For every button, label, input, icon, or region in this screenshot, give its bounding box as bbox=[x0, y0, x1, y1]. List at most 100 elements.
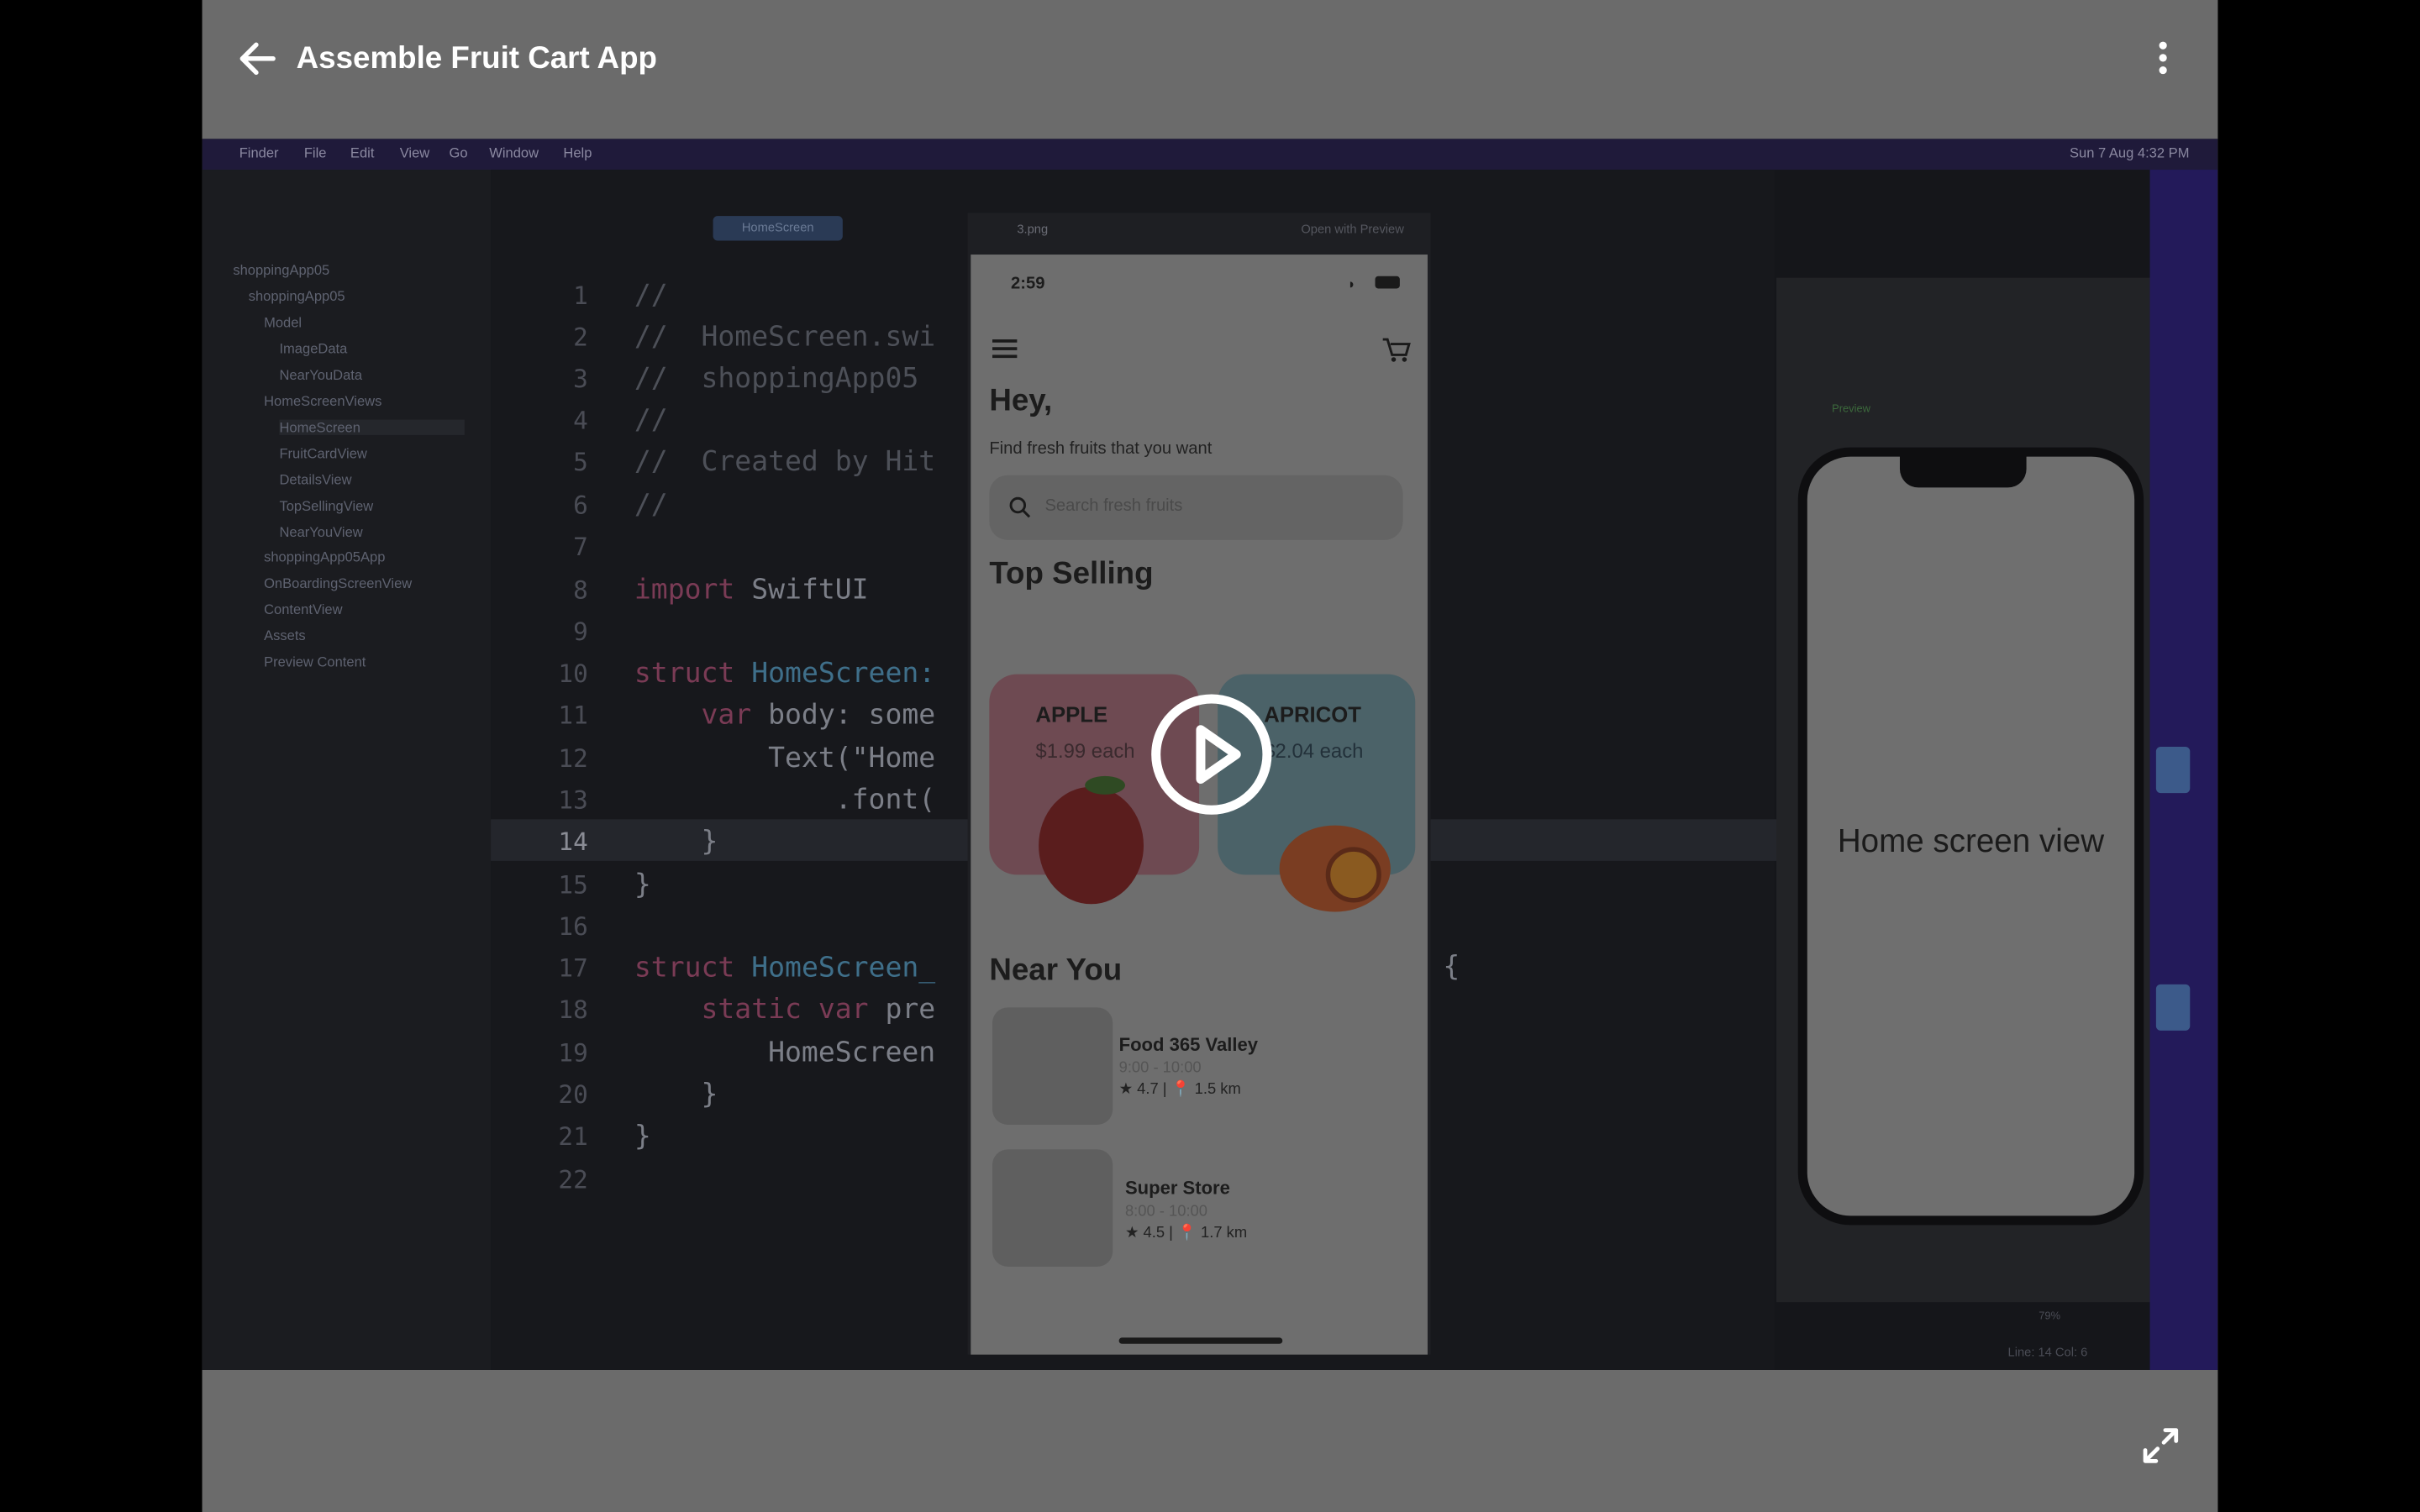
nav-item: DetailsView bbox=[279, 472, 352, 488]
line-number: 12 bbox=[558, 743, 588, 774]
code-line: // Created by Hit bbox=[634, 445, 936, 479]
code-line: // shoppingApp05 bbox=[634, 362, 919, 396]
code-line: // bbox=[634, 404, 668, 437]
play-icon[interactable] bbox=[1147, 690, 1276, 819]
wifi-icon: ◗ bbox=[1347, 276, 1356, 292]
store-meta: ★ 4.7 | 📍 1.5 km bbox=[1118, 1081, 1241, 1099]
line-number: 10 bbox=[558, 659, 588, 689]
nav-item: NearYouData bbox=[279, 367, 363, 383]
more-options-icon[interactable] bbox=[2150, 37, 2175, 80]
back-arrow-icon[interactable] bbox=[236, 37, 279, 80]
line-number: 6 bbox=[573, 491, 588, 520]
greeting-heading: Hey, bbox=[989, 384, 1053, 418]
code-line: } bbox=[634, 1078, 718, 1111]
xcode-navigator: shoppingApp05 shoppingApp05 Model ImageD… bbox=[202, 170, 492, 1370]
code-line: .font( bbox=[634, 784, 936, 816]
nav-item: NearYouView bbox=[279, 524, 363, 540]
code-keyword: static var bbox=[634, 993, 869, 1026]
greeting-subtitle: Find fresh fruits that you want bbox=[989, 439, 1213, 459]
store-hours: 9:00 - 10:00 bbox=[1118, 1059, 1202, 1078]
line-number: 19 bbox=[558, 1038, 588, 1068]
line-number: 11 bbox=[558, 700, 588, 730]
line-number: 15 bbox=[558, 869, 588, 900]
code-text: SwiftUI bbox=[734, 574, 869, 606]
search-icon bbox=[1009, 496, 1031, 518]
code-brace: { bbox=[1443, 950, 1460, 983]
line-number: 5 bbox=[573, 447, 588, 477]
nav-item: OnBoardingScreenView bbox=[264, 575, 413, 591]
nav-item: TopSellingView bbox=[279, 498, 374, 514]
cart-icon[interactable] bbox=[1381, 336, 1413, 364]
preview-label: Preview bbox=[1832, 404, 1870, 416]
preview-device-text: Home screen view bbox=[1837, 823, 2105, 860]
code-line: struct HomeScreen_ bbox=[634, 952, 935, 984]
code-line: // bbox=[634, 489, 668, 522]
store-meta: ★ 4.5 | 📍 1.7 km bbox=[1124, 1225, 1248, 1242]
search-input[interactable]: Search fresh fruits bbox=[989, 475, 1403, 540]
top-selling-heading: Top Selling bbox=[989, 557, 1154, 591]
store-name: Food 365 Valley bbox=[1118, 1033, 1258, 1056]
code-line: import SwiftUI bbox=[634, 574, 869, 606]
line-number: 20 bbox=[558, 1079, 588, 1110]
desktop-file-icon bbox=[2155, 746, 2191, 794]
video-player-panel: Assemble Fruit Cart App Finder File Edit… bbox=[202, 0, 2218, 1512]
line-number: 2 bbox=[573, 322, 588, 352]
code-line: // HomeScreen.swi bbox=[634, 321, 936, 354]
code-text: HomeScreen: bbox=[734, 657, 936, 690]
menu-go: Go bbox=[449, 144, 468, 161]
menu-window: Window bbox=[489, 144, 539, 161]
battery-icon bbox=[1375, 276, 1400, 289]
fruit-name: APPLE bbox=[1035, 701, 1108, 727]
player-footer bbox=[202, 1369, 2218, 1512]
nav-item: shoppingApp05App bbox=[264, 549, 386, 565]
line-number: 7 bbox=[573, 532, 588, 562]
code-text: HomeScreen_ bbox=[734, 952, 936, 984]
code-line: static var pre bbox=[634, 994, 935, 1026]
line-number: 3 bbox=[573, 364, 588, 394]
line-number: 4 bbox=[573, 406, 588, 435]
preview-device: Home screen view bbox=[1797, 447, 2144, 1226]
code-text: body: some bbox=[751, 699, 936, 732]
line-number: 9 bbox=[573, 617, 588, 647]
line-number: 13 bbox=[558, 785, 588, 815]
apple-leaf bbox=[1085, 775, 1125, 795]
line-number-current: 14 bbox=[558, 827, 588, 857]
fullscreen-expand-icon[interactable] bbox=[2141, 1425, 2181, 1466]
nav-item: ImageData bbox=[279, 340, 348, 357]
fruit-price: $2.04 each bbox=[1264, 738, 1364, 763]
apricot-half bbox=[1325, 847, 1381, 903]
image-filename: 3.png bbox=[1017, 222, 1049, 237]
code-keyword: struct bbox=[634, 952, 735, 984]
device-notch bbox=[1899, 453, 2027, 488]
line-number: 17 bbox=[558, 953, 588, 983]
fruit-price: $1.99 each bbox=[1035, 738, 1135, 763]
code-keyword: var bbox=[634, 699, 752, 732]
code-keyword: struct bbox=[634, 657, 735, 690]
code-text: pre bbox=[868, 993, 936, 1026]
line-number: 16 bbox=[558, 911, 588, 942]
apple-image bbox=[1039, 786, 1144, 905]
line-number: 1 bbox=[573, 281, 588, 311]
nav-item-selected: HomeScreen bbox=[279, 419, 465, 435]
code-line: } bbox=[634, 825, 718, 858]
hamburger-menu-icon[interactable] bbox=[992, 339, 1018, 359]
open-with-preview-button[interactable]: Open with Preview bbox=[1301, 222, 1404, 236]
nav-item: Preview Content bbox=[264, 654, 366, 670]
line-number: 22 bbox=[558, 1164, 588, 1194]
desktop-strip bbox=[2149, 170, 2218, 1370]
code-line: } bbox=[634, 869, 651, 901]
store-image bbox=[992, 1007, 1113, 1125]
fruit-name: APRICOT bbox=[1264, 701, 1361, 727]
home-indicator bbox=[1118, 1337, 1283, 1344]
video-frame[interactable]: Finder File Edit View Go Window Help Sun… bbox=[202, 139, 2218, 1370]
editor-status: Line: 14 Col: 6 bbox=[2007, 1345, 2088, 1360]
nav-item: ContentView bbox=[264, 601, 343, 617]
line-number: 18 bbox=[558, 995, 588, 1025]
menu-file: File bbox=[303, 144, 327, 161]
nav-item: shoppingApp05 bbox=[233, 262, 330, 278]
store-hours: 8:00 - 10:00 bbox=[1124, 1203, 1207, 1221]
desktop-file-icon bbox=[2155, 984, 2191, 1031]
near-you-heading: Near You bbox=[989, 953, 1123, 988]
menu-finder: Finder bbox=[239, 144, 279, 161]
preview-zoom: 79% bbox=[2039, 1311, 2061, 1323]
